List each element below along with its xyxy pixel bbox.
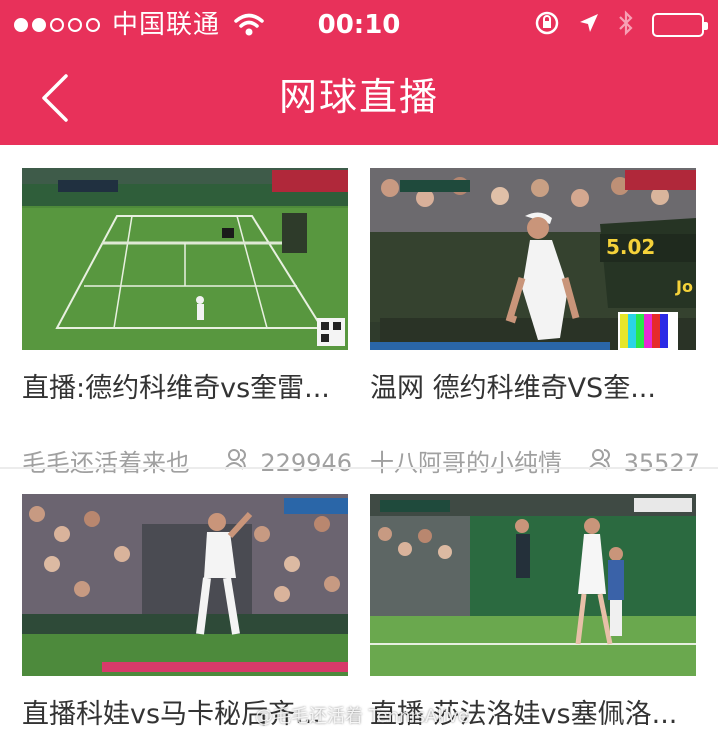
watermark-text: @毛毛还活着 TennisAlive: [255, 706, 469, 727]
score-panel-right: Jo: [675, 277, 693, 296]
location-arrow-icon: [578, 12, 600, 38]
app-header: 中国联通 00:10 网球直播: [0, 0, 718, 145]
status-bar: 中国联通 00:10: [0, 0, 718, 50]
score-panel-value: 5.02: [606, 235, 655, 259]
page-title: 网球直播: [278, 75, 439, 119]
stream-meta: 十八阿哥的小纯情 35527: [370, 446, 700, 480]
stream-meta: 毛毛还活着来也 229946: [22, 446, 352, 480]
stream-thumbnail[interactable]: [22, 168, 348, 350]
viewer-count-value: 229946: [260, 449, 352, 477]
stream-author: 毛毛还活着来也: [22, 449, 190, 477]
viewer-count: 35527: [587, 446, 700, 480]
stream-title: 直播:德约科维奇vs奎雷...: [22, 373, 330, 404]
viewer-count: 229946: [224, 446, 352, 480]
bluetooth-icon: [618, 9, 634, 41]
stream-thumbnail[interactable]: [370, 494, 696, 676]
status-right: [534, 8, 708, 42]
viewer-count-value: 35527: [623, 449, 700, 477]
stream-thumbnail[interactable]: 5.02 Jo: [370, 168, 696, 350]
viewers-icon: [224, 446, 250, 480]
stream-title: 温网 德约科维奇VS奎...: [370, 373, 656, 404]
viewers-icon: [587, 446, 614, 480]
stream-thumbnail[interactable]: [22, 494, 348, 676]
nav-bar: 网球直播: [0, 50, 718, 145]
row-divider: [0, 467, 718, 469]
battery-icon: [652, 13, 708, 37]
stream-author: 十八阿哥的小纯情: [370, 449, 562, 477]
orientation-lock-icon: [534, 10, 560, 40]
